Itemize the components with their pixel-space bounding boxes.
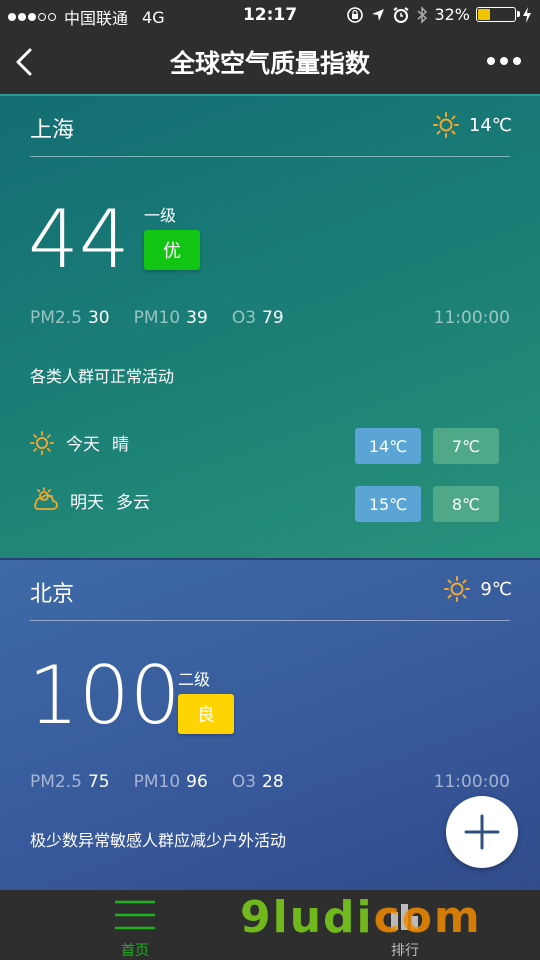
quality-badge: 优 (144, 230, 200, 270)
sun-icon (30, 430, 54, 455)
tab-label: 首页 (121, 943, 149, 959)
aqi-value: 100 (28, 649, 181, 742)
pollutant-list: PM2.5 30 PM10 39 O3 79 (30, 308, 284, 328)
menu-lines-icon (115, 900, 155, 930)
bluetooth-icon (417, 5, 428, 24)
partly-cloudy-icon (34, 487, 58, 510)
forecast-low-temp: 7℃ (433, 428, 499, 464)
update-time: 11:00:00 (433, 772, 510, 792)
forecast-day: 今天 (66, 435, 100, 455)
quality-badge: 良 (178, 694, 234, 734)
city-name: 上海 (30, 118, 75, 143)
add-city-button[interactable] (446, 796, 518, 868)
navigation-bar: 全球空气质量指数 (0, 30, 540, 94)
page-title: 全球空气质量指数 (169, 49, 370, 78)
current-temp: 14℃ (468, 114, 512, 136)
forecast-day: 明天 (70, 492, 104, 513)
aqi-level: 一级 (144, 206, 177, 225)
city-card-shanghai[interactable]: 上海 14℃ 44 一级 优 PM2.5 30 PM10 39 O3 79 11:00… (0, 94, 540, 558)
pollutant-item: PM10 96 (133, 772, 208, 792)
current-temp: 9℃ (480, 578, 512, 600)
pollutant-item: O3 28 (231, 772, 284, 792)
pollutant-item: PM2.5 75 (30, 772, 110, 792)
sun-icon (432, 112, 459, 138)
pollutant-item: PM2.5 30 (30, 308, 110, 328)
alarm-icon (393, 6, 409, 23)
charging-bolt-icon (523, 6, 531, 23)
bottom-tab-bar: 首页 排行 (0, 890, 540, 960)
ranking-icon (391, 904, 418, 930)
forecast-today: 今天 晴 (30, 430, 129, 455)
pollutant-item: PM10 39 (133, 308, 208, 328)
more-button[interactable] (484, 48, 524, 74)
aqi-value: 44 (28, 193, 130, 286)
city-name: 北京 (30, 582, 75, 607)
forecast-tomorrow: 明天 多云 (30, 487, 150, 513)
sun-icon (444, 576, 471, 602)
pollutant-list: PM2.5 75 PM10 96 O3 28 (30, 772, 284, 792)
battery-percent: 32% (434, 5, 470, 24)
current-weather: 9℃ (444, 576, 512, 602)
forecast-condition: 多云 (116, 492, 150, 513)
tab-label: 排行 (391, 943, 419, 959)
status-bar: 中国联通 4G 12:17 32% (0, 0, 540, 30)
divider (30, 156, 510, 157)
tab-ranking[interactable]: 排行 (345, 898, 465, 960)
forecast-high-temp: 14℃ (355, 428, 421, 464)
forecast-low-temp: 8℃ (433, 486, 499, 522)
update-time: 11:00:00 (433, 308, 510, 328)
aqi-level: 二级 (178, 670, 211, 689)
current-weather: 14℃ (432, 112, 512, 138)
plus-icon (464, 814, 500, 850)
forecast-high-temp: 15℃ (355, 486, 421, 522)
battery-icon (476, 7, 520, 22)
orientation-lock-icon (347, 6, 364, 23)
health-advice: 各类人群可正常活动 (30, 367, 175, 386)
health-advice: 极少数异常敏感人群应减少户外活动 (30, 831, 287, 850)
forecast-condition: 晴 (112, 435, 129, 455)
tab-home[interactable]: 首页 (75, 898, 195, 960)
pollutant-item: O3 79 (231, 308, 284, 328)
location-arrow-icon (372, 8, 385, 21)
divider (30, 620, 510, 621)
